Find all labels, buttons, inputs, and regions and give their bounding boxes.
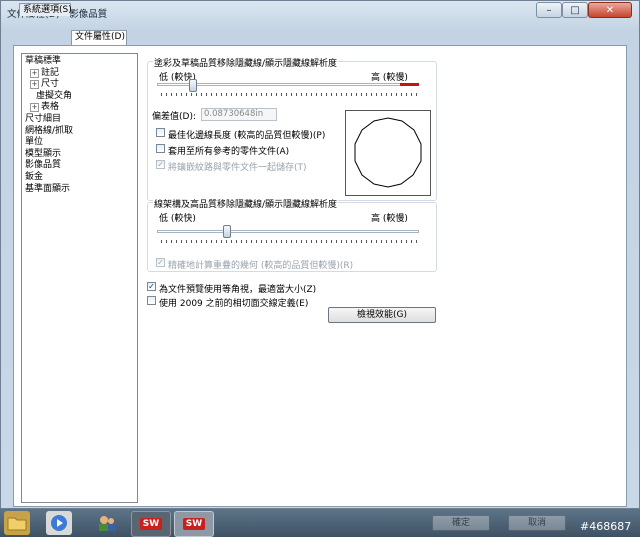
tree-item-label: 註記 <box>41 67 60 78</box>
shaded-slider-range <box>400 83 419 86</box>
iso-preview-label: 為文件預覽使用等角視，最適當大小(Z) <box>159 285 317 295</box>
wireframe-slider-thumb[interactable] <box>222 225 231 238</box>
polygon-preview-icon <box>354 117 422 188</box>
minimize-button[interactable]: – <box>536 2 562 18</box>
close-button[interactable]: ✕ <box>588 2 632 18</box>
property-tree[interactable]: 草稿標準 + 註記 + 尺寸 虛擬交角 + 表格 尺寸細目 網格線/抓取 單位 模型顯示 影像品質 鈑金基… <box>21 53 138 503</box>
expand-icon[interactable]: + <box>30 68 39 78</box>
tree-item-label: 草稿標準 <box>25 56 62 66</box>
precise-overlap-label: 精確地計算重疊的幾何 (較高的品質但較慢)(R) <box>168 261 354 271</box>
deviation-label: 偏差值(D): <box>152 112 196 122</box>
optimize-edge-checkbox[interactable] <box>156 128 165 137</box>
iso-preview-checkbox[interactable]: ✓ <box>147 282 156 291</box>
save-tessellation-checkbox[interactable]: ✓ <box>156 160 165 169</box>
ok-button[interactable]: 確定 <box>432 515 490 531</box>
tree-item-label: 表格 <box>41 102 60 113</box>
tree-item-label: 基準面顯示 <box>25 183 71 194</box>
solidworks-icon: SW <box>182 518 206 530</box>
tree-item-label: 鈑金 <box>25 172 44 182</box>
precise-overlap-checkbox[interactable]: ✓ <box>156 258 165 267</box>
tree-item-label: 影像品質 <box>25 160 62 171</box>
tree-item-label: 網格線/抓取 <box>25 125 74 136</box>
watermark: #468687 <box>580 520 632 533</box>
taskbar: SW SW 確定 取消 <box>0 509 640 537</box>
title-bar[interactable]: 文件屬性(D) - 影像品質 – □ ✕ <box>1 1 639 23</box>
optimize-edge-label: 最佳化邊線長度 (較高的品質但較慢)(P) <box>168 131 326 141</box>
dialog-window: 文件屬性(D) - 影像品質 – □ ✕ 系統選項(S) 文件屬性(D) 草稿標… <box>0 0 640 509</box>
tree-item[interactable]: 單位 <box>25 137 43 148</box>
tree-item[interactable]: 影像品質 <box>25 160 61 171</box>
tree-item-label: 尺寸細目 <box>25 114 62 124</box>
tree-item[interactable]: + 尺寸 <box>30 79 59 90</box>
deviation-field[interactable]: 0.08730648in <box>201 108 277 121</box>
solidworks-task-1[interactable]: SW <box>131 511 171 537</box>
tree-item[interactable]: + 表格 <box>30 102 59 113</box>
tree-item[interactable]: 鈑金 <box>25 172 43 183</box>
tab-document-properties[interactable]: 文件屬性(D) <box>71 30 127 45</box>
shaded-slider-thumb[interactable] <box>189 79 198 92</box>
tree-item[interactable]: 模型顯示 <box>25 149 61 160</box>
shaded-high-label: 高 (較慢) <box>371 73 408 83</box>
check-performance-button[interactable]: 檢視效能(G) <box>328 307 436 323</box>
save-tessellation-label: 將鑲嵌紋路與零件文件一起儲存(T) <box>168 163 307 173</box>
wireframe-group-title: 線架構及高品質移除隱藏線/顯示隱藏線解析度 <box>153 197 339 210</box>
wireframe-slider-ticks <box>161 240 417 243</box>
expand-icon[interactable]: + <box>30 80 39 90</box>
wireframe-slider-track[interactable] <box>157 230 419 233</box>
tree-item[interactable]: 草稿標準 <box>25 56 61 67</box>
tree-item-label: 模型顯示 <box>25 148 62 159</box>
solidworks-task-2[interactable]: SW <box>174 511 214 537</box>
apply-to-parts-label: 套用至所有參考的零件文件(A) <box>168 147 290 157</box>
tree-item-label: 尺寸 <box>41 79 60 90</box>
wireframe-high-label: 高 (較慢) <box>371 214 408 224</box>
wireframe-low-label: 低 (較快) <box>159 214 196 224</box>
solidworks-icon: SW <box>139 518 163 530</box>
media-player-icon[interactable] <box>46 511 72 535</box>
pre2009-checkbox[interactable] <box>147 296 156 305</box>
tessellation-preview <box>345 110 431 196</box>
apply-to-parts-checkbox[interactable] <box>156 144 165 153</box>
expand-icon[interactable]: + <box>30 103 39 113</box>
tree-item[interactable]: 尺寸細目 <box>25 114 61 125</box>
tab-system-options[interactable]: 系統選項(S) <box>19 3 72 16</box>
users-icon[interactable] <box>94 511 120 535</box>
shaded-group-title: 塗彩及草稿品質移除隱藏線/顯示隱藏線解析度 <box>153 56 339 69</box>
pre2009-label: 使用 2009 之前的相切面交線定義(E) <box>159 299 309 309</box>
tree-item[interactable]: 基準面顯示 <box>25 184 70 195</box>
tree-item-label: 虛擬交角 <box>36 90 73 101</box>
folder-icon[interactable] <box>4 511 30 535</box>
tree-item-label: 單位 <box>25 137 44 148</box>
tree-item[interactable]: + 註記 <box>30 68 59 79</box>
shaded-slider-ticks <box>161 93 417 96</box>
tree-item[interactable]: 網格線/抓取 <box>25 126 73 137</box>
maximize-button[interactable]: □ <box>562 2 588 18</box>
cancel-button[interactable]: 取消 <box>508 515 566 531</box>
tree-item[interactable]: 虛擬交角 <box>36 91 72 102</box>
